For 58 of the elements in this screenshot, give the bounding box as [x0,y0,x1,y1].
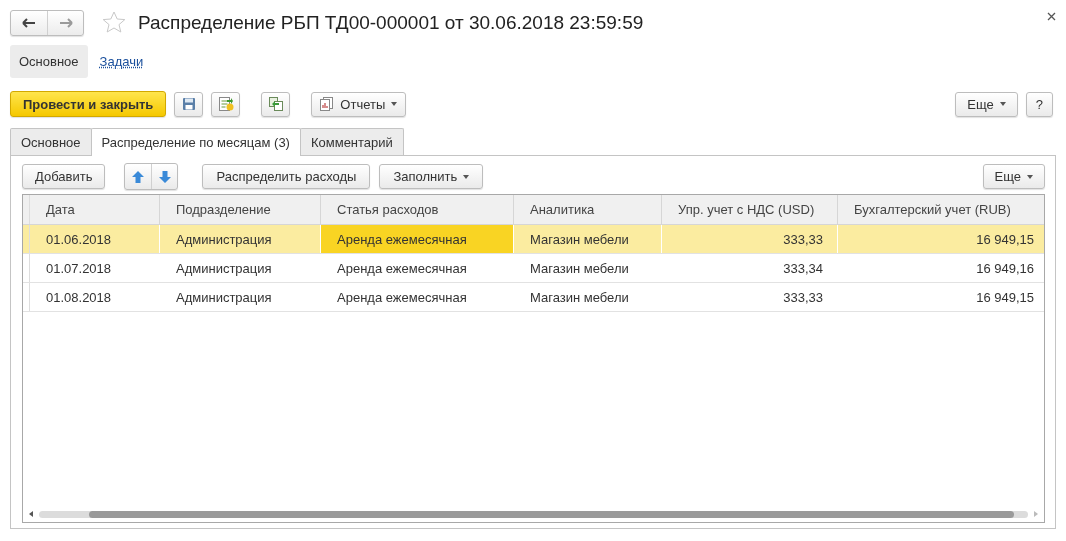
table-cell-text: 16 949,15 [975,288,1035,307]
table-cell-text: 333,34 [782,259,824,278]
column-header[interactable]: Статья расходов [321,195,514,224]
caret-icon [463,174,470,179]
table-cell: 01.06.2018 [30,225,160,253]
caret-icon [391,102,398,106]
copy-documents-icon [267,96,284,112]
window-title: Распределение РБП ТД00-000001 от 30.06.2018 23:59:59 [138,11,645,34]
table-cell-text: 01.07.2018 [45,259,113,278]
table-cell-text: Аренда ежемесячная [336,259,468,278]
table-cell-text: Магазин мебели [529,288,630,307]
post-and-close-button[interactable]: Провести и закрыть [10,91,167,117]
scroll-left-icon[interactable] [29,511,33,517]
table-row[interactable]: 01.06.2018 Администрация Аренда ежемесячная Магазин мебели 333,33 16 949,15 [23,225,1044,254]
reports-button[interactable]: Отчеты [311,91,407,117]
table-cell-text: 16 949,16 [975,259,1035,278]
help-button[interactable]: ? [1025,91,1053,117]
caret-icon [999,102,1006,106]
distribute-button[interactable]: Распределить расходы [202,164,371,189]
add-button[interactable]: Добавить [22,164,106,189]
document-arrow-icon [217,96,234,112]
arrow-down-icon [158,170,171,183]
nav-item[interactable]: Основное [10,44,88,78]
tab[interactable]: Основное [10,128,92,155]
tab[interactable]: Комментарий [299,128,404,155]
more-button[interactable]: Еще [982,164,1045,189]
arrow-up-icon [132,170,145,183]
arrow-left-icon [22,17,36,28]
toolbar-icon-button[interactable] [261,91,291,117]
tab[interactable]: Распределение по месяцам (3) [90,128,301,156]
column-header[interactable]: Подразделение [160,195,321,224]
report-icon [320,97,335,111]
table-cell: 333,33 [662,225,838,253]
caret-icon [1027,174,1033,179]
toolbar-icon-button[interactable] [211,91,241,117]
star-icon[interactable] [102,11,126,34]
table-cell: 16 949,15 [838,225,1044,253]
table-cell-text: 01.08.2018 [45,288,113,307]
toolbar-icon-button[interactable] [174,91,204,117]
table-cell-text: Аренда ежемесячная [336,288,468,307]
table-row[interactable]: 01.07.2018 Администрация Аренда ежемесячная Магазин мебели 333,34 16 949,16 [23,254,1044,283]
close-icon[interactable] [1047,12,1056,21]
table-cell: Магазин мебели [514,225,662,253]
scroll-right-icon[interactable] [1034,511,1038,517]
table-row[interactable]: 01.08.2018 Администрация Аренда ежемесячная Магазин мебели 333,33 16 949,15 [23,283,1044,312]
table-cell: Аренда ежемесячная [321,225,514,253]
table-cell-text: Администрация [175,288,273,307]
arrow-right-icon [58,17,73,28]
column-header[interactable]: Бухгалтерский учет (RUB) [838,195,1044,224]
table-cell-text: Магазин мебели [529,259,630,278]
column-header[interactable]: Аналитика [514,195,662,224]
column-header[interactable]: Дата [30,195,160,224]
fill-button[interactable]: Заполнить [379,164,484,189]
table-cell-text: Администрация [175,259,273,278]
table-cell-text: 333,33 [782,288,824,307]
column-header[interactable]: Упр. учет с НДС (USD) [662,195,838,224]
more-button[interactable]: Еще [955,91,1018,117]
nav-link[interactable]: Задачи [97,44,146,78]
